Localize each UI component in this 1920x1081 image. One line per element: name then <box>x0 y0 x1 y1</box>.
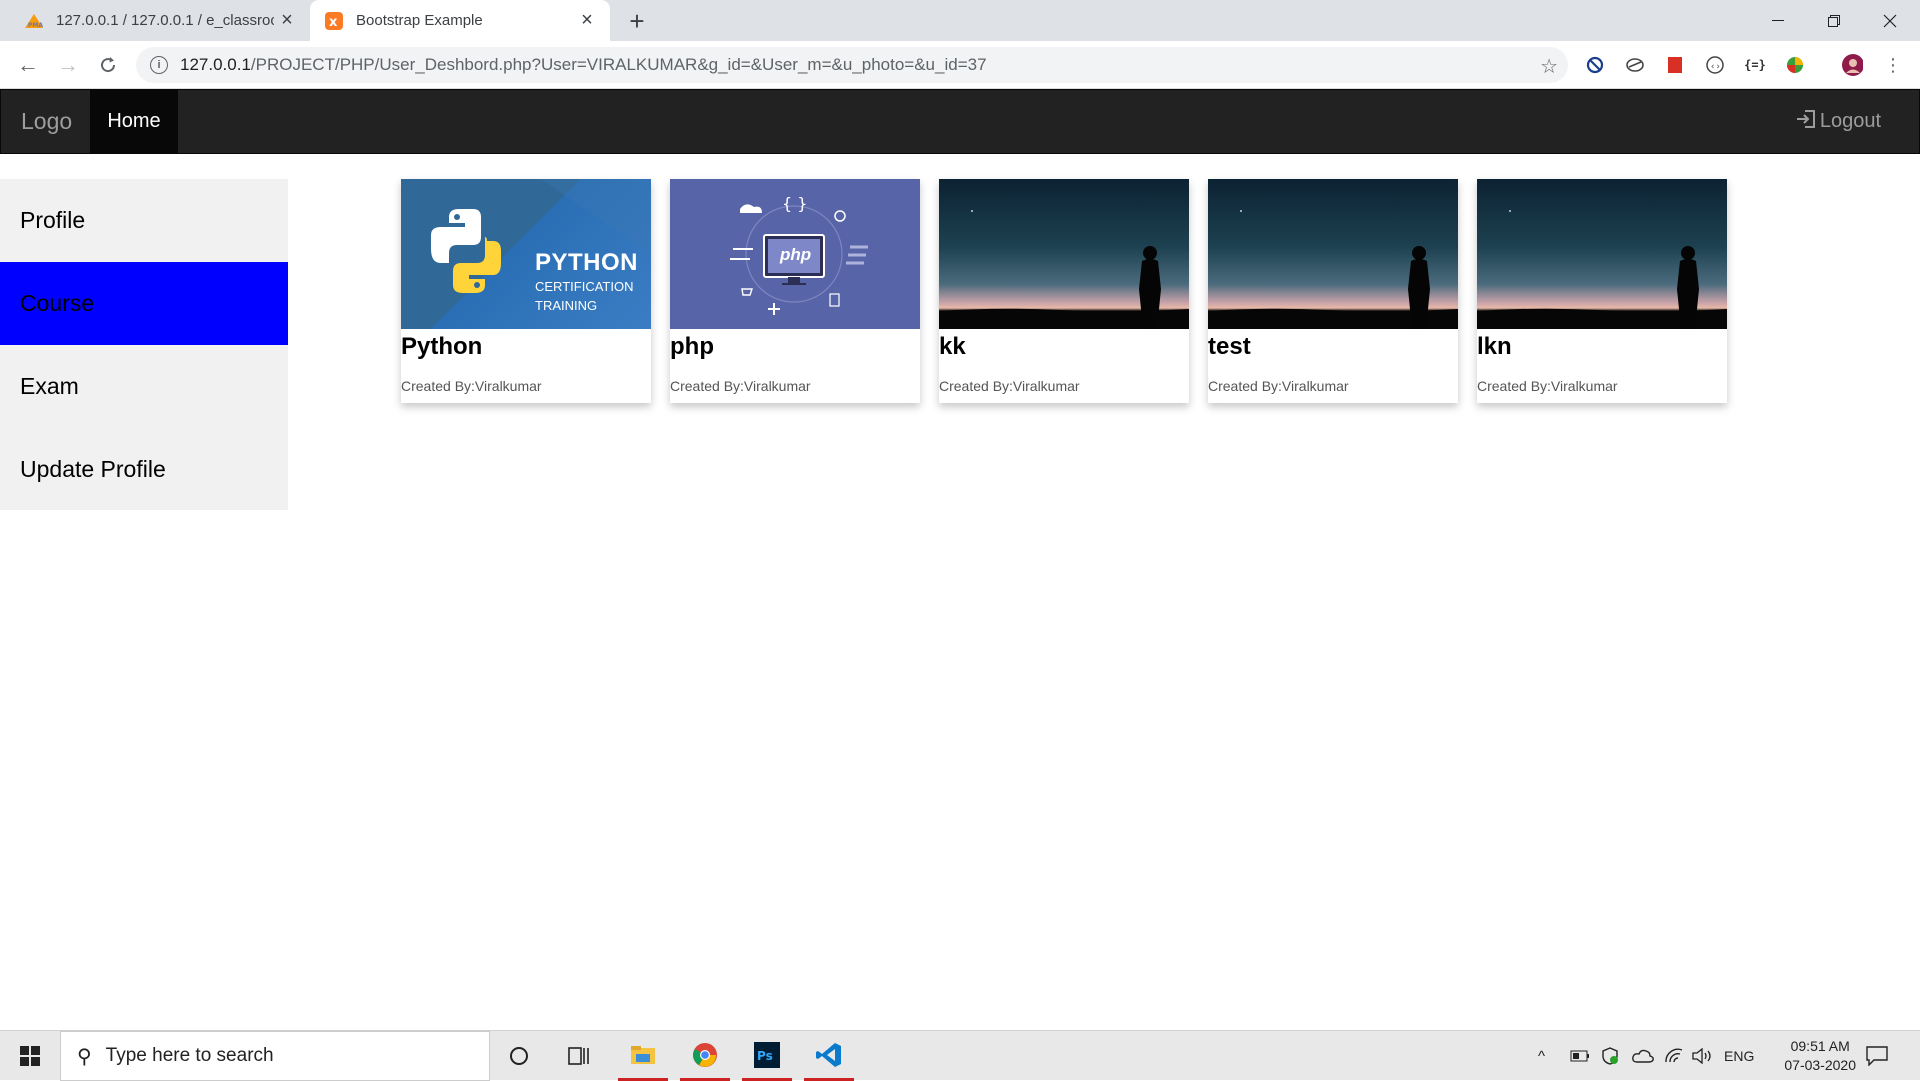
volume-icon[interactable] <box>1692 1031 1714 1081</box>
sidebar-item-exam[interactable]: Exam <box>0 345 288 428</box>
tab-bootstrap-example[interactable]: x Bootstrap Example × <box>310 0 610 41</box>
xampp-icon: x <box>324 11 344 31</box>
profile-avatar[interactable] <box>1841 54 1863 76</box>
bookmark-star-icon[interactable]: ☆ <box>1540 54 1558 79</box>
course-author: Created By:Viralkumar <box>1477 378 1618 394</box>
course-card-test[interactable]: test Created By:Viralkumar <box>1208 179 1458 403</box>
url-text: 127.0.0.1/PROJECT/PHP/User_Deshbord.php?… <box>180 55 987 75</box>
thumb-heading: PYTHON <box>535 249 639 276</box>
file-explorer-icon[interactable] <box>618 1031 668 1081</box>
svg-text:Ps: Ps <box>757 1049 773 1063</box>
address-bar[interactable]: i 127.0.0.1/PROJECT/PHP/User_Deshbord.ph… <box>136 47 1568 83</box>
course-card-python[interactable]: PYTHON CERTIFICATION TRAINING Python Cre… <box>401 179 651 403</box>
new-tab-button[interactable]: + <box>622 6 652 36</box>
bookmark-extension-icon[interactable] <box>1664 54 1686 76</box>
wifi-icon[interactable] <box>1664 1031 1684 1081</box>
onedrive-icon[interactable] <box>1632 1031 1654 1081</box>
nav-home[interactable]: Home <box>90 90 178 153</box>
color-extension-icon[interactable] <box>1784 54 1806 76</box>
tab-label: 127.0.0.1 / 127.0.0.1 / e_classroom <box>56 12 274 29</box>
taskbar-search-input[interactable]: ⚲ Type here to search <box>60 1031 490 1081</box>
course-author: Created By:Viralkumar <box>401 378 542 394</box>
restore-button[interactable] <box>1806 0 1862 41</box>
night-silhouette-image <box>1477 179 1727 329</box>
chrome-icon[interactable] <box>680 1031 730 1081</box>
thumb-heading: php <box>780 245 812 264</box>
logout-label: Logout <box>1819 110 1881 132</box>
course-card-list: PYTHON CERTIFICATION TRAINING Python Cre… <box>401 179 1741 403</box>
security-shield-icon[interactable] <box>1602 1031 1618 1081</box>
action-center-icon[interactable] <box>1866 1031 1888 1081</box>
close-window-button[interactable] <box>1862 0 1918 41</box>
show-hidden-icons[interactable]: ^ <box>1538 1031 1545 1081</box>
url-host: 127.0.0.1 <box>180 55 251 74</box>
search-icon: ⚲ <box>77 1045 92 1068</box>
course-card-lkn[interactable]: lkn Created By:Viralkumar <box>1477 179 1727 403</box>
block-extension-icon[interactable] <box>1584 54 1606 76</box>
logout-icon <box>1796 110 1816 133</box>
back-icon[interactable]: ← <box>12 49 44 81</box>
course-author: Created By:Viralkumar <box>939 378 1080 394</box>
tab-label: Bootstrap Example <box>356 12 483 29</box>
svg-text:‹›: ‹› <box>1710 62 1721 72</box>
code-extension-icon[interactable]: ‹› <box>1704 54 1726 76</box>
php-course-image: { } php <box>670 179 920 329</box>
chrome-menu-icon[interactable]: ⋮ <box>1882 54 1904 76</box>
tab-phpmyadmin[interactable]: PMA 127.0.0.1 / 127.0.0.1 / e_classroom … <box>0 0 310 41</box>
browser-toolbar: ← → i 127.0.0.1/PROJECT/PHP/User_Deshbor… <box>0 41 1920 89</box>
course-title[interactable]: lkn <box>1477 329 1727 367</box>
course-title[interactable]: kk <box>939 329 1189 367</box>
svg-text:{ }: { } <box>782 194 807 213</box>
sidebar-item-profile[interactable]: Profile <box>0 179 288 262</box>
taskbar-clock[interactable]: 09:51 AM 07-03-2020 <box>1784 1037 1856 1075</box>
photoshop-icon[interactable]: Ps <box>742 1031 792 1081</box>
sidebar-item-course[interactable]: Course <box>0 262 288 345</box>
task-view-icon[interactable] <box>554 1031 604 1081</box>
sidebar-item-update-profile[interactable]: Update Profile <box>0 428 288 511</box>
logout-link[interactable]: Logout <box>1796 90 1881 153</box>
python-course-image: PYTHON CERTIFICATION TRAINING <box>401 179 651 329</box>
top-navbar: Logo Home Logout <box>0 89 1920 154</box>
extension-icon[interactable] <box>1624 54 1646 76</box>
brand-logo[interactable]: Logo <box>21 90 72 153</box>
course-title[interactable]: Python <box>401 329 651 367</box>
phpmyadmin-icon: PMA <box>24 11 44 31</box>
windows-start-button[interactable] <box>0 1031 60 1081</box>
close-tab-icon[interactable]: × <box>574 8 600 34</box>
course-title[interactable]: test <box>1208 329 1458 367</box>
browser-tab-strip: PMA 127.0.0.1 / 127.0.0.1 / e_classroom … <box>0 0 1920 41</box>
course-author: Created By:Viralkumar <box>1208 378 1349 394</box>
clock-time: 09:51 AM <box>1790 1038 1850 1054</box>
reload-icon[interactable] <box>92 49 124 81</box>
close-tab-icon[interactable]: × <box>274 8 300 34</box>
json-extension-icon[interactable]: {=} <box>1744 54 1766 76</box>
windows-taskbar: ⚲ Type here to search Ps ^ ENG 09:51 AM … <box>0 1030 1920 1081</box>
language-indicator[interactable]: ENG <box>1724 1031 1754 1081</box>
battery-icon[interactable] <box>1570 1031 1590 1081</box>
sidebar: Profile Course Exam Update Profile <box>0 179 288 510</box>
site-info-icon[interactable]: i <box>150 56 168 74</box>
forward-icon[interactable]: → <box>52 49 84 81</box>
url-path: /PROJECT/PHP/User_Deshbord.php?User=VIRA… <box>250 55 987 74</box>
svg-text:x: x <box>329 15 338 30</box>
cortana-icon[interactable] <box>494 1031 544 1081</box>
night-silhouette-image <box>939 179 1189 329</box>
thumb-line2: TRAINING <box>535 298 598 313</box>
minimize-button[interactable] <box>1750 0 1806 41</box>
thumb-line1: CERTIFICATION <box>535 279 634 294</box>
svg-text:PMA: PMA <box>28 22 43 29</box>
search-placeholder: Type here to search <box>105 1045 274 1066</box>
course-card-php[interactable]: { } php php Created By:Viralkumar <box>670 179 920 403</box>
vscode-icon[interactable] <box>804 1031 854 1081</box>
course-card-kk[interactable]: kk Created By:Viralkumar <box>939 179 1189 403</box>
night-silhouette-image <box>1208 179 1458 329</box>
course-title[interactable]: php <box>670 329 920 367</box>
clock-date: 07-03-2020 <box>1784 1057 1856 1073</box>
course-author: Created By:Viralkumar <box>670 378 811 394</box>
